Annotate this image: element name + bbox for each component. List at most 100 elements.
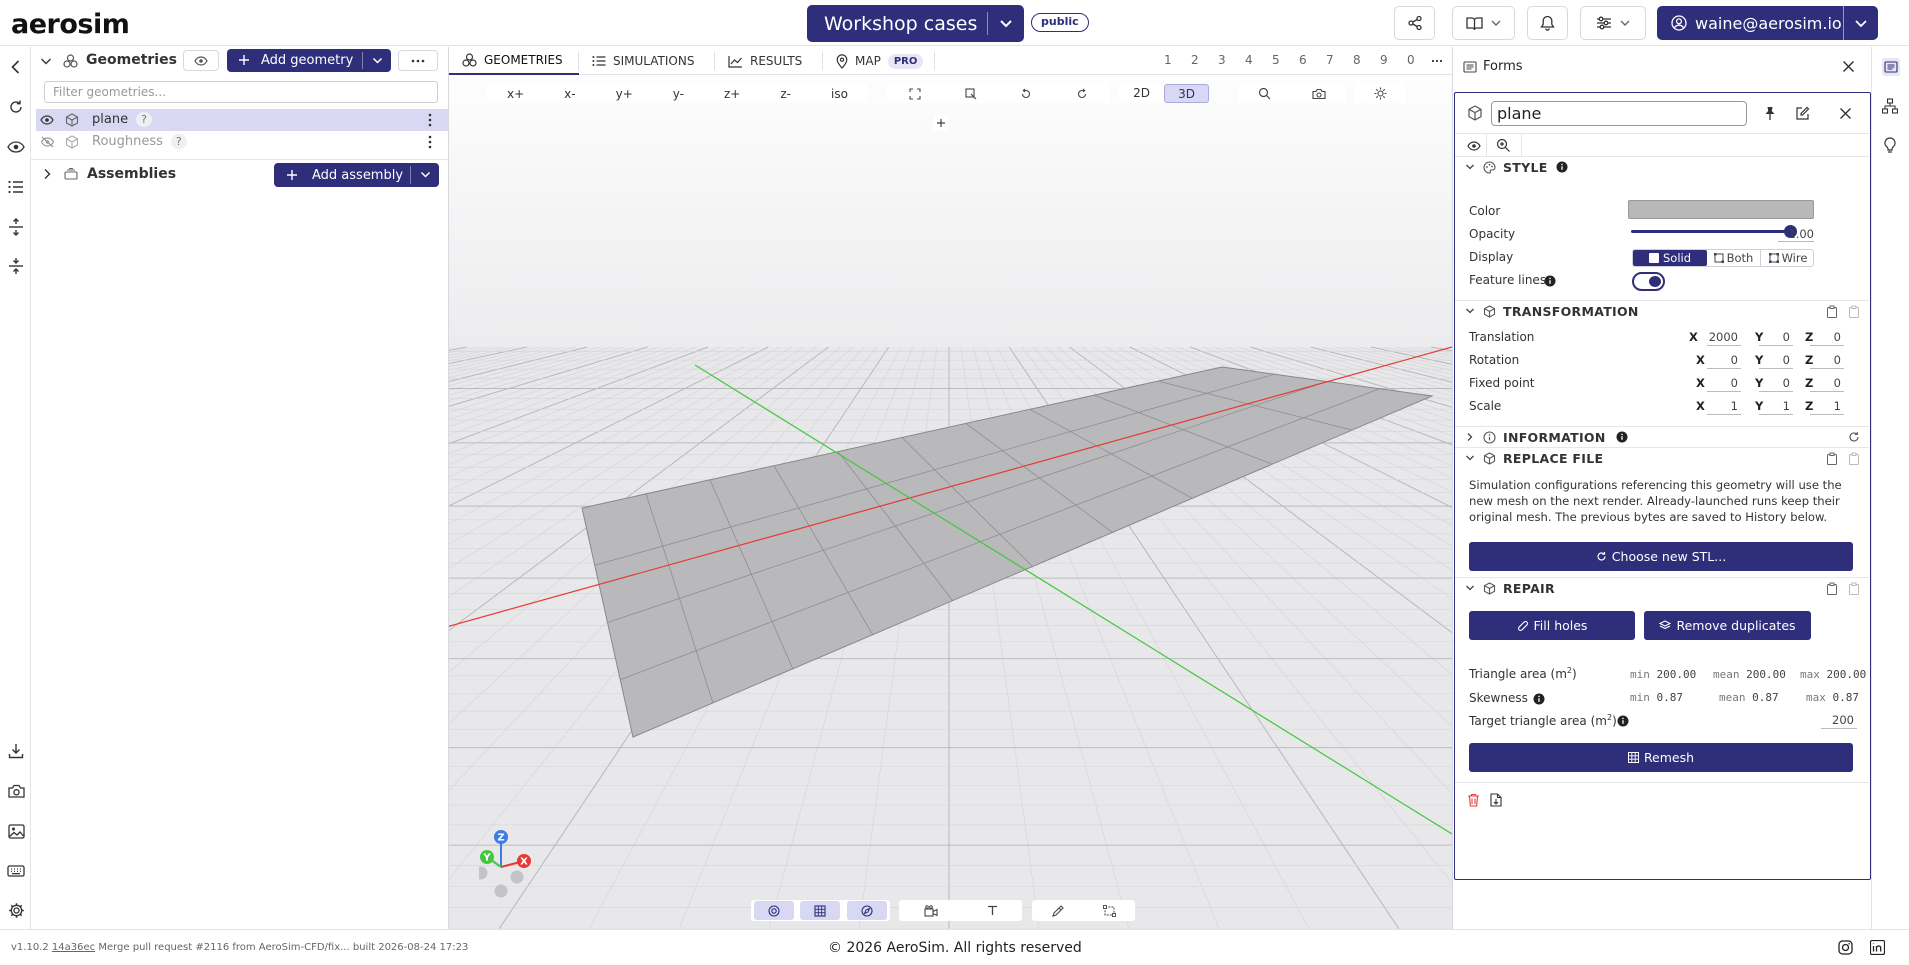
help-badge[interactable]: ? [136,112,152,127]
collapse-vertical-icon[interactable] [6,256,26,276]
rotation-y-input[interactable]: 0 [1759,353,1793,369]
collapse-left-icon[interactable] [6,57,26,77]
more-horizontal-icon[interactable] [1431,59,1443,63]
view-z-plus-button[interactable]: z+ [724,87,740,101]
paste-icon[interactable] [1848,305,1860,318]
view-y-plus-button[interactable]: y+ [616,87,633,101]
tab-simulations[interactable]: SIMULATIONS [579,47,715,75]
selection-icon[interactable] [1102,904,1116,917]
camera-slot[interactable]: 4 [1245,53,1253,67]
rotate-left-icon[interactable] [1020,88,1032,100]
eye-icon[interactable] [6,137,26,157]
forms-icon[interactable] [1882,58,1900,76]
camera-slot[interactable]: 5 [1272,53,1280,67]
lightbulb-icon[interactable] [1883,137,1897,154]
camera-icon[interactable] [1312,88,1326,100]
fixed-point-z-input[interactable]: 0 [1810,376,1844,392]
toggle-visibility-button[interactable] [183,50,219,71]
tab-map[interactable]: MAP PRO [823,47,935,75]
chevron-down-icon[interactable] [420,169,431,180]
projection-2d-button[interactable]: 2D [1119,84,1164,103]
paste-icon[interactable] [1848,582,1860,595]
camera-slot[interactable]: 7 [1326,53,1334,67]
copy-icon[interactable] [1826,452,1838,465]
add-geometry-button[interactable]: Add geometry [227,49,391,72]
chevron-down-icon[interactable] [372,55,383,66]
translation-x-input[interactable]: 2000 [1707,330,1741,346]
style-section-header[interactable]: STYLE [1455,156,1869,177]
info-icon[interactable] [1617,715,1629,727]
eye-icon[interactable] [1467,141,1481,151]
commit-hash[interactable]: 14a36ec [52,942,95,953]
tab-results[interactable]: RESULTS [715,47,823,75]
remesh-button[interactable]: Remesh [1469,743,1853,772]
kebab-menu-icon[interactable] [428,135,432,149]
feature-lines-toggle[interactable] [1632,272,1665,291]
camera-slot[interactable]: 9 [1380,53,1388,67]
camera-slot[interactable]: 1 [1164,53,1172,67]
eye-icon[interactable] [40,115,54,125]
share-button[interactable] [1394,6,1435,40]
copy-icon[interactable] [1826,582,1838,595]
choose-new-stl-button[interactable]: Choose new STL... [1469,542,1853,571]
project-selector[interactable]: Workshop cases [807,5,1024,42]
chevron-right-icon[interactable] [42,168,52,180]
target-triangle-area-input[interactable]: 200 [1821,713,1857,729]
zoom-in-icon[interactable] [1496,138,1511,153]
opacity-slider-track[interactable] [1631,230,1791,233]
app-logo[interactable]: aerosim [11,9,130,40]
close-icon[interactable] [1839,107,1852,120]
rotation-z-input[interactable]: 0 [1810,353,1844,369]
info-icon[interactable] [1556,161,1568,173]
close-icon[interactable] [1842,60,1855,73]
fill-holes-button[interactable]: Fill holes [1469,611,1635,640]
fit-view-icon[interactable] [909,87,921,100]
refresh-icon[interactable] [1848,431,1860,443]
display-solid-button[interactable]: Solid [1633,250,1707,266]
remove-duplicates-button[interactable]: Remove duplicates [1644,611,1811,640]
paste-icon[interactable] [1848,452,1860,465]
user-menu-button[interactable]: waine@aerosim.io [1657,6,1878,40]
file-download-icon[interactable] [1490,793,1502,807]
projection-3d-button[interactable]: 3D [1164,84,1209,103]
refresh-icon[interactable] [6,97,26,117]
display-wire-button[interactable]: Wire [1761,250,1815,266]
list-icon[interactable] [6,177,26,197]
info-icon[interactable] [1616,431,1628,443]
replace-file-section-header[interactable]: REPLACE FILE [1455,447,1869,468]
3d-scene[interactable] [449,47,1452,929]
image-icon[interactable] [6,821,26,841]
color-swatch[interactable] [1628,200,1814,219]
zoom-selection-icon[interactable] [965,87,977,100]
keyboard-icon[interactable] [6,861,26,881]
filter-geometries-input[interactable]: Filter geometries... [44,81,438,103]
trash-icon[interactable] [1467,793,1480,807]
linkedin-icon[interactable] [1870,940,1885,955]
camera-slot[interactable]: 6 [1299,53,1307,67]
copy-icon[interactable] [1826,305,1838,318]
view-z-minus-button[interactable]: z- [780,87,791,101]
docs-menu-button[interactable] [1452,6,1515,40]
camera-slot[interactable]: 2 [1191,53,1199,67]
view-iso-button[interactable]: iso [831,87,848,101]
compass-icon[interactable] [846,901,887,920]
settings-menu-button[interactable] [1580,6,1646,40]
chevron-down-icon[interactable] [998,15,1014,31]
view-x-minus-button[interactable]: x- [564,87,575,101]
fixed-point-x-input[interactable]: 0 [1707,376,1741,392]
scale-x-input[interactable]: 1 [1707,399,1741,415]
info-icon[interactable] [1533,693,1545,705]
instagram-icon[interactable] [1838,940,1853,955]
edit-icon[interactable] [1795,106,1810,121]
target-icon[interactable] [754,901,795,920]
view-x-plus-button[interactable]: x+ [507,87,524,101]
chevron-down-icon[interactable] [40,55,52,67]
rotate-right-icon[interactable] [1076,88,1088,100]
expand-vertical-icon[interactable] [6,217,26,237]
search-icon[interactable] [1258,87,1271,100]
pin-icon[interactable] [1763,106,1777,121]
translation-y-input[interactable]: 0 [1759,330,1793,346]
camera-slot[interactable]: 0 [1407,53,1415,67]
kebab-menu-icon[interactable] [428,113,432,127]
camera-slot[interactable]: 8 [1353,53,1361,67]
